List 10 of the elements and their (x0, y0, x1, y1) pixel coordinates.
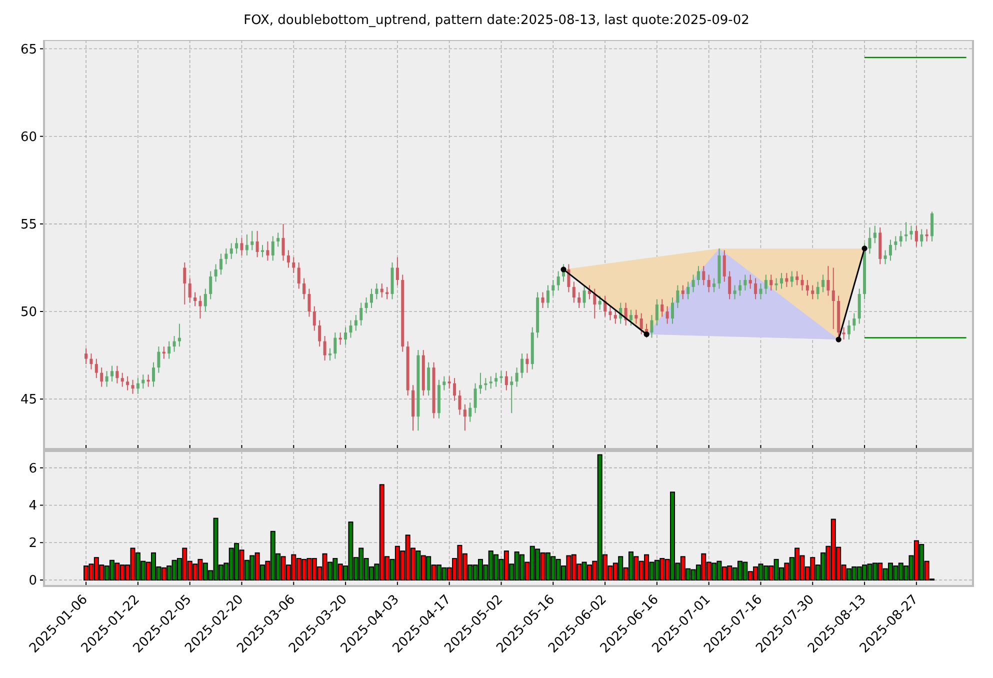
axis-label: 45 (20, 392, 37, 408)
chart-title: FOX, doublebottom_uptrend, pattern date:2025-08-13, last quote:2025-09-02 (244, 12, 750, 30)
axis-label: 2 (28, 536, 37, 552)
axis-label: 65 (20, 42, 37, 58)
axis-label: 50 (20, 305, 37, 320)
axis-label: 55 (20, 217, 37, 232)
axis-label: 0 (28, 574, 37, 589)
axis-label: 60 (20, 130, 37, 145)
axis-label: 6 (28, 461, 37, 476)
axis-label: 4 (28, 498, 37, 514)
